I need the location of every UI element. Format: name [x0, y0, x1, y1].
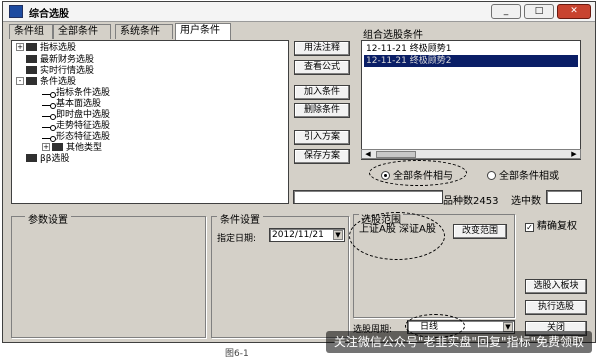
- folder-icon: [26, 77, 37, 85]
- folder-icon: [26, 43, 37, 51]
- tree-item-label: 走势特征选股: [56, 121, 111, 131]
- tab-user-conditions[interactable]: 用户条件: [175, 23, 231, 40]
- window-title: 综合选股: [29, 9, 69, 20]
- tree-item-conditional[interactable]: - 条件选股: [16, 77, 76, 88]
- tree-item-label: 条件选股: [40, 77, 77, 87]
- delete-condition-button[interactable]: 删除条件: [294, 103, 350, 118]
- run-screening-button[interactable]: 执行选股: [525, 300, 587, 315]
- precise-reweight-option[interactable]: ✓ 精确复权: [525, 217, 577, 232]
- tree-item-fundamental[interactable]: 基本面选股: [42, 99, 101, 110]
- tree-item-realtime[interactable]: 实时行情选股: [26, 66, 94, 77]
- tree-item-label: 指标选股: [40, 43, 77, 53]
- tree-item-label: 指标条件选股: [56, 88, 111, 98]
- minimize-button[interactable]: _: [491, 4, 521, 19]
- add-condition-button[interactable]: 加入条件: [294, 85, 350, 100]
- date-picker[interactable]: 2012/11/21 ▼: [269, 228, 345, 242]
- tree-item-beta[interactable]: ββ选股: [26, 154, 70, 165]
- hit-count-field: [546, 190, 582, 204]
- condition-item[interactable]: 12-11-21 终极顾势1: [364, 43, 578, 55]
- tree-item-label: 最新财务选股: [40, 55, 95, 65]
- condition-tree[interactable]: + 指标选股 最新财务选股 实时行情选股 - 条件选股 指标条件选股 基本面选股 即…: [11, 40, 289, 204]
- tree-item-indicator[interactable]: + 指标选股: [16, 43, 76, 54]
- params-label: 参数设置: [25, 211, 71, 226]
- condition-item-selected[interactable]: 12-11-21 终极顾势2: [364, 55, 578, 67]
- view-formula-button[interactable]: 查看公式: [294, 60, 350, 75]
- change-range-button[interactable]: 改变范围: [453, 224, 507, 239]
- folder-icon: [52, 143, 63, 151]
- tab-system-conditions[interactable]: 系统条件: [115, 24, 173, 39]
- close-window-button[interactable]: ✕: [557, 4, 591, 19]
- chevron-down-icon[interactable]: ▼: [333, 230, 343, 240]
- precise-reweight-label: 精确复权: [537, 221, 577, 232]
- radio-icon[interactable]: [487, 171, 496, 180]
- leaf-icon: [42, 89, 56, 98]
- leaf-icon: [42, 111, 56, 120]
- condition-list-scrollbar[interactable]: ◀ ▶: [361, 149, 581, 159]
- scroll-left-icon[interactable]: ◀: [363, 150, 373, 158]
- logic-or-label: 全部条件相或: [499, 171, 559, 182]
- folder-icon: [26, 55, 37, 63]
- tree-item-trend[interactable]: 走势特征选股: [42, 121, 110, 132]
- highlight-oval: [369, 160, 467, 186]
- variety-label: 品种数: [443, 196, 473, 207]
- tree-item-indicator-condition[interactable]: 指标条件选股: [42, 88, 110, 99]
- tree-item-label: 即时盘中选股: [56, 110, 111, 120]
- checkbox-checked-icon[interactable]: ✓: [525, 223, 534, 232]
- tab-all-conditions[interactable]: 全部条件: [53, 24, 111, 39]
- load-plan-button[interactable]: 引入方案: [294, 130, 350, 145]
- title-bar: 综合选股 _ □ ✕: [3, 2, 595, 22]
- save-plan-button[interactable]: 保存方案: [294, 149, 350, 164]
- add-to-board-button[interactable]: 选股入板块: [525, 279, 587, 294]
- usage-note-button[interactable]: 用法注释: [294, 41, 350, 56]
- expand-icon[interactable]: +: [16, 43, 24, 51]
- progress-field: [293, 190, 443, 204]
- leaf-icon: [42, 100, 56, 109]
- folder-icon: [26, 66, 37, 74]
- screening-window: 综合选股 _ □ ✕ 条件组 全部条件 系统条件 用户条件 + 指标选股 最新财务…: [2, 1, 596, 343]
- leaf-icon: [42, 122, 56, 131]
- tree-item-label: 其他类型: [66, 143, 103, 153]
- tree-item-financial[interactable]: 最新财务选股: [26, 55, 94, 66]
- variety-value: 2453: [473, 196, 499, 207]
- expand-icon[interactable]: +: [42, 143, 50, 151]
- tree-item-intraday[interactable]: 即时盘中选股: [42, 110, 110, 121]
- tree-item-label: 实时行情选股: [40, 66, 95, 76]
- watermark-banner: 关注微信公众号"老韭实盘"回复"指标"免费领取: [325, 331, 592, 353]
- figure-caption: 图6-1: [225, 349, 249, 359]
- logic-or-option[interactable]: 全部条件相或: [487, 167, 559, 182]
- params-panel: [11, 216, 206, 338]
- scroll-right-icon[interactable]: ▶: [569, 150, 579, 158]
- tree-item-pattern[interactable]: 形态特征选股: [42, 132, 110, 143]
- tree-item-label: ββ选股: [40, 154, 70, 164]
- app-icon: [9, 5, 23, 18]
- tab-condition-groups[interactable]: 条件组: [9, 24, 53, 39]
- tree-item-label: 基本面选股: [56, 99, 102, 109]
- date-value: 2012/11/21: [272, 230, 324, 240]
- variety-count: 品种数2453: [443, 192, 498, 207]
- date-label: 指定日期:: [217, 234, 257, 244]
- condition-settings-label: 条件设置: [217, 211, 263, 226]
- folder-icon: [26, 154, 37, 162]
- hit-count-label: 选中数: [511, 196, 541, 207]
- tree-item-other[interactable]: + 其他类型: [42, 143, 102, 154]
- condition-list[interactable]: 12-11-21 终极顾势1 12-11-21 终极顾势2: [361, 40, 581, 160]
- leaf-icon: [42, 133, 56, 142]
- condition-list-label: 组合选股条件: [363, 30, 423, 41]
- scroll-thumb[interactable]: [376, 151, 416, 158]
- highlight-oval: [349, 212, 445, 260]
- collapse-icon[interactable]: -: [16, 77, 24, 85]
- maximize-button[interactable]: □: [524, 4, 554, 19]
- tree-item-label: 形态特征选股: [56, 132, 111, 142]
